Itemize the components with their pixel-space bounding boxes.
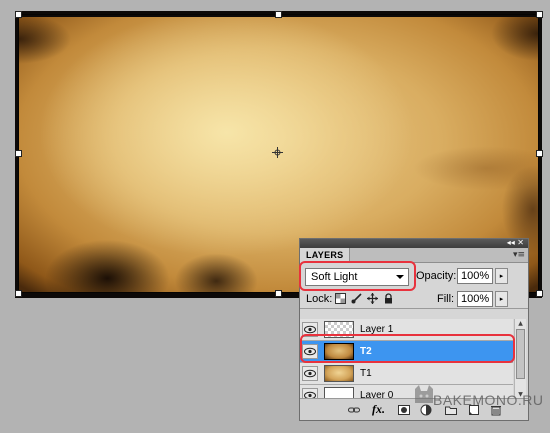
fill-label: Fill: <box>437 293 455 305</box>
layer-row-t2[interactable]: T2 <box>300 341 513 363</box>
layer-name: Layer 1 <box>360 324 394 335</box>
adjustment-layer-icon[interactable] <box>420 404 432 416</box>
layer-name: T1 <box>360 368 372 379</box>
panel-menu-icon[interactable]: ▾≡ <box>513 249 525 261</box>
lock-row: Lock: Fill: 100% ▸ <box>300 290 528 309</box>
opacity-input[interactable]: 100% <box>457 268 493 284</box>
layer-thumbnail-paper <box>324 365 354 382</box>
transform-handle-top-left[interactable] <box>15 11 22 18</box>
layer-name: T2 <box>360 346 372 357</box>
panel-tab-row: LAYERS ▾≡ <box>300 248 528 263</box>
watermark-text: BAKEMONO.RU <box>433 392 544 408</box>
layer-row-layer-1[interactable]: Layer 1 <box>300 319 513 341</box>
transform-handle-middle-left[interactable] <box>15 150 22 157</box>
blend-mode-dropdown[interactable]: Soft Light <box>305 268 409 286</box>
visibility-eye-icon[interactable] <box>302 322 318 337</box>
layers-list: Layer 1 T2 T1 Layer 0 <box>300 319 513 407</box>
transform-handle-bottom-right[interactable] <box>536 290 543 297</box>
layer-thumbnail-transparent <box>324 321 354 338</box>
transform-center-crosshair-icon[interactable] <box>272 147 283 158</box>
watermark-cat-logo-icon <box>415 385 433 403</box>
link-layers-icon[interactable] <box>348 404 360 416</box>
add-mask-icon[interactable] <box>398 404 410 416</box>
dropdown-arrow-icon <box>396 275 404 279</box>
layers-scrollbar[interactable]: ▲ ▼ <box>514 319 526 399</box>
lock-all-padlock-icon[interactable] <box>383 293 394 304</box>
lock-label: Lock: <box>306 293 333 305</box>
visibility-eye-icon[interactable] <box>302 344 318 359</box>
lock-transparent-pixels-icon[interactable] <box>335 293 346 304</box>
scroll-up-icon[interactable]: ▲ <box>515 319 526 328</box>
fill-input[interactable]: 100% <box>457 291 493 307</box>
blend-row: Soft Light Opacity: 100% ▸ <box>300 263 528 290</box>
layer-row-t1[interactable]: T1 <box>300 363 513 385</box>
transform-handle-bottom-center[interactable] <box>275 290 282 297</box>
transform-handle-bottom-left[interactable] <box>15 290 22 297</box>
transform-handle-top-center[interactable] <box>275 11 282 18</box>
panel-collapse-close-controls[interactable]: ◂◂ ✕ <box>507 238 524 248</box>
transform-handle-top-right[interactable] <box>536 11 543 18</box>
blend-mode-value: Soft Light <box>311 271 358 283</box>
layer-thumbnail-paper <box>324 343 354 360</box>
opacity-slider-button[interactable]: ▸ <box>495 268 508 284</box>
fill-slider-button[interactable]: ▸ <box>495 291 508 307</box>
scrollbar-thumb[interactable] <box>516 329 525 379</box>
lock-position-move-icon[interactable] <box>367 293 378 304</box>
fx-icon[interactable]: fx. <box>372 402 388 416</box>
lock-image-pixels-brush-icon[interactable] <box>351 293 362 304</box>
transform-handle-middle-right[interactable] <box>536 150 543 157</box>
visibility-eye-icon[interactable] <box>302 366 318 381</box>
tab-layers[interactable]: LAYERS <box>300 248 351 263</box>
opacity-label: Opacity: <box>416 270 457 282</box>
panel-title-strip: ◂◂ ✕ <box>300 238 528 248</box>
